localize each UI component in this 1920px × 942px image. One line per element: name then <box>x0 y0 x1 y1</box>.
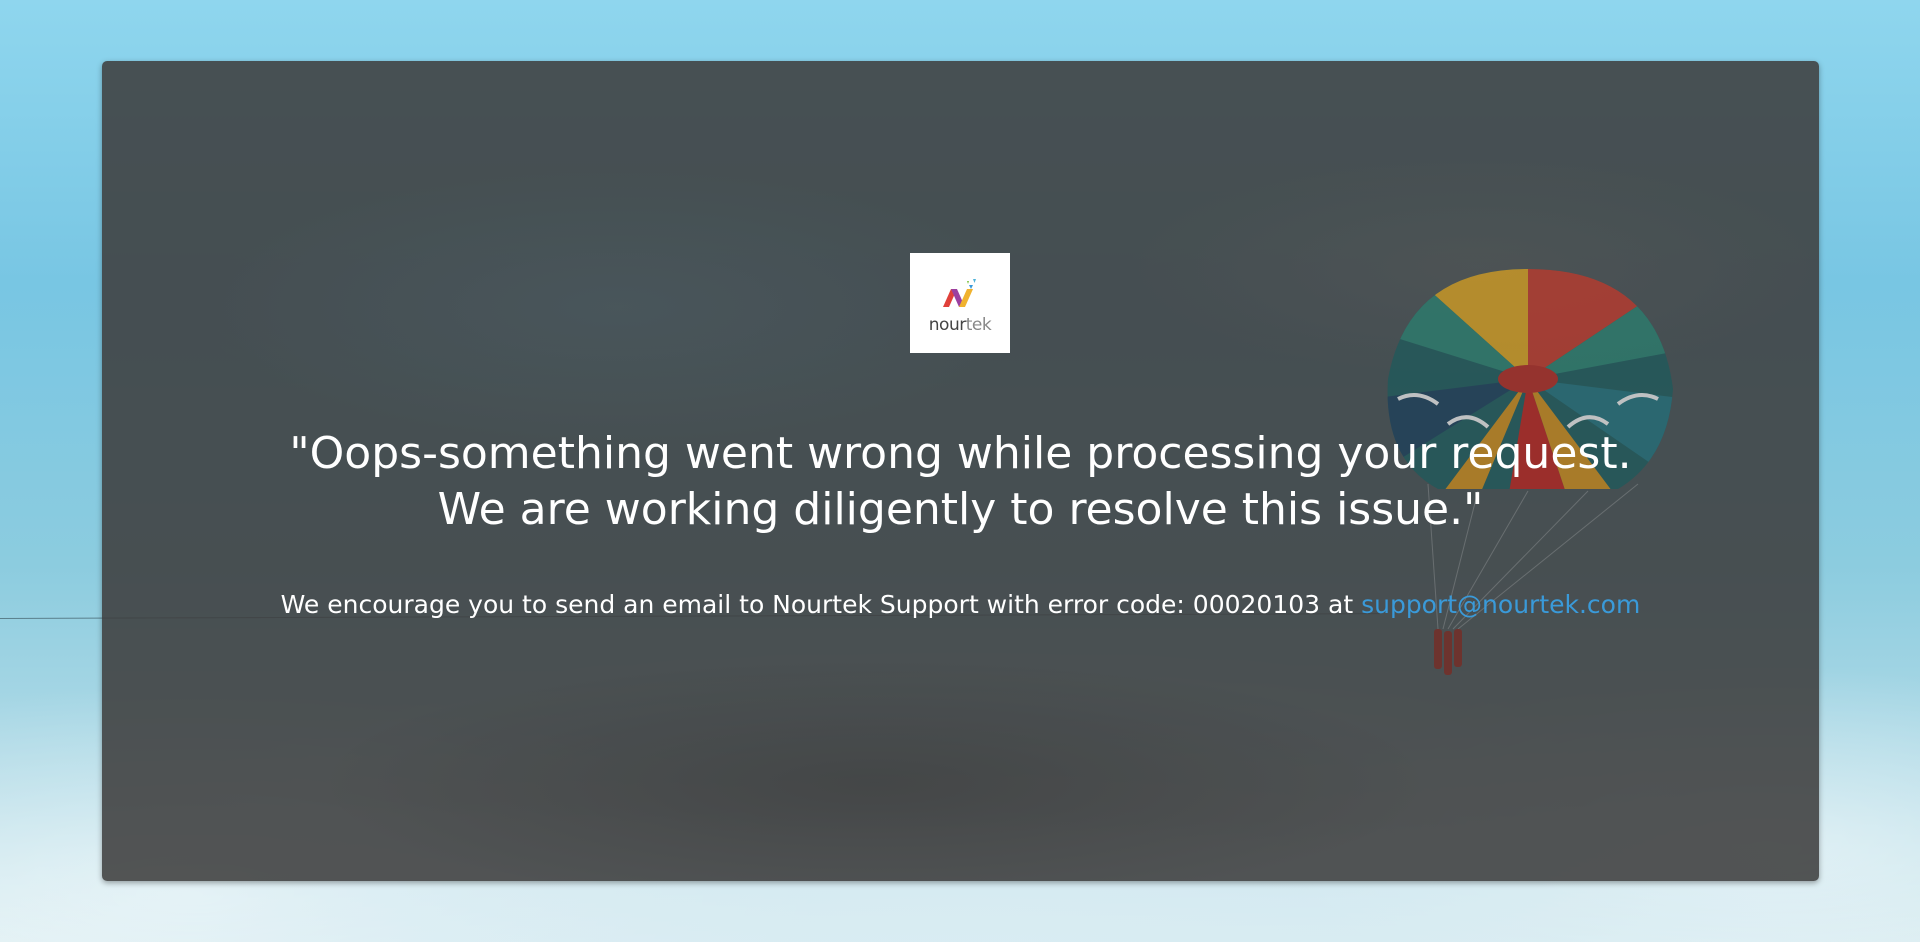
logo-text-part2: tek <box>965 315 992 335</box>
support-email-link[interactable]: support@nourtek.com <box>1361 590 1640 619</box>
nourtek-logo-wordmark: nourtek <box>928 315 992 335</box>
error-headline-line1: "Oops-something went wrong while process… <box>289 428 1632 479</box>
error-headline: "Oops-something went wrong while process… <box>102 426 1819 538</box>
support-message: We encourage you to send an email to Nou… <box>102 589 1819 621</box>
nourtek-logo: nourtek <box>910 253 1010 353</box>
logo-text-part1: nour <box>928 315 966 335</box>
nourtek-logo-mark <box>943 279 976 307</box>
support-text: We encourage you to send an email to Nou… <box>280 590 1362 619</box>
error-headline-line2: We are working diligently to resolve thi… <box>437 484 1484 535</box>
error-card: nourtek "Oops-something went wrong while… <box>102 61 1819 881</box>
page-background: nourtek "Oops-something went wrong while… <box>0 0 1920 942</box>
